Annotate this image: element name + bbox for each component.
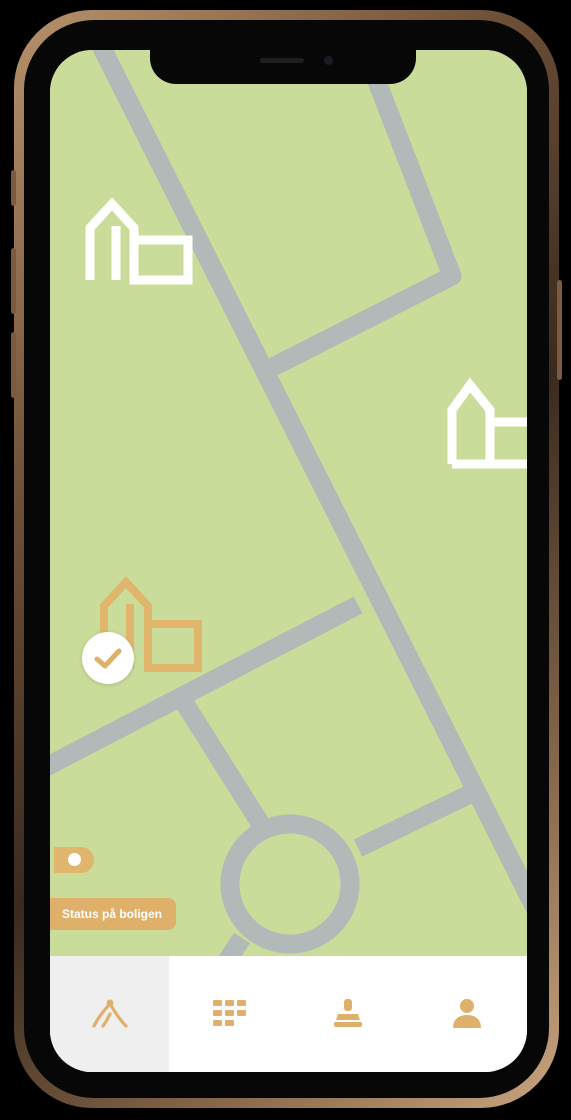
selected-badge[interactable] [82,632,134,684]
tab-calendar[interactable] [169,956,288,1072]
tab-stamp[interactable] [289,956,408,1072]
silent-switch [11,170,16,206]
front-camera [324,56,333,65]
status-tooltip[interactable]: Status på boligen [50,898,177,930]
stamp-icon [334,999,363,1027]
volume-up-button [11,248,16,314]
calendar-grid-icon [212,1000,246,1026]
route-icon [92,999,128,1028]
profile-icon [453,999,482,1028]
checkmark-icon [94,648,122,669]
tab-profile[interactable] [408,956,527,1072]
app-screen: Status på boligen [50,50,527,1072]
tab-bar [50,956,527,1072]
device-notch [150,50,416,84]
location-dot-icon [68,853,81,866]
status-tooltip-label: Status på boligen [62,907,163,921]
speaker-grille [260,58,304,63]
power-button [557,280,562,380]
volume-down-button [11,332,16,398]
location-marker[interactable] [54,847,94,873]
tab-route[interactable] [50,956,170,1072]
